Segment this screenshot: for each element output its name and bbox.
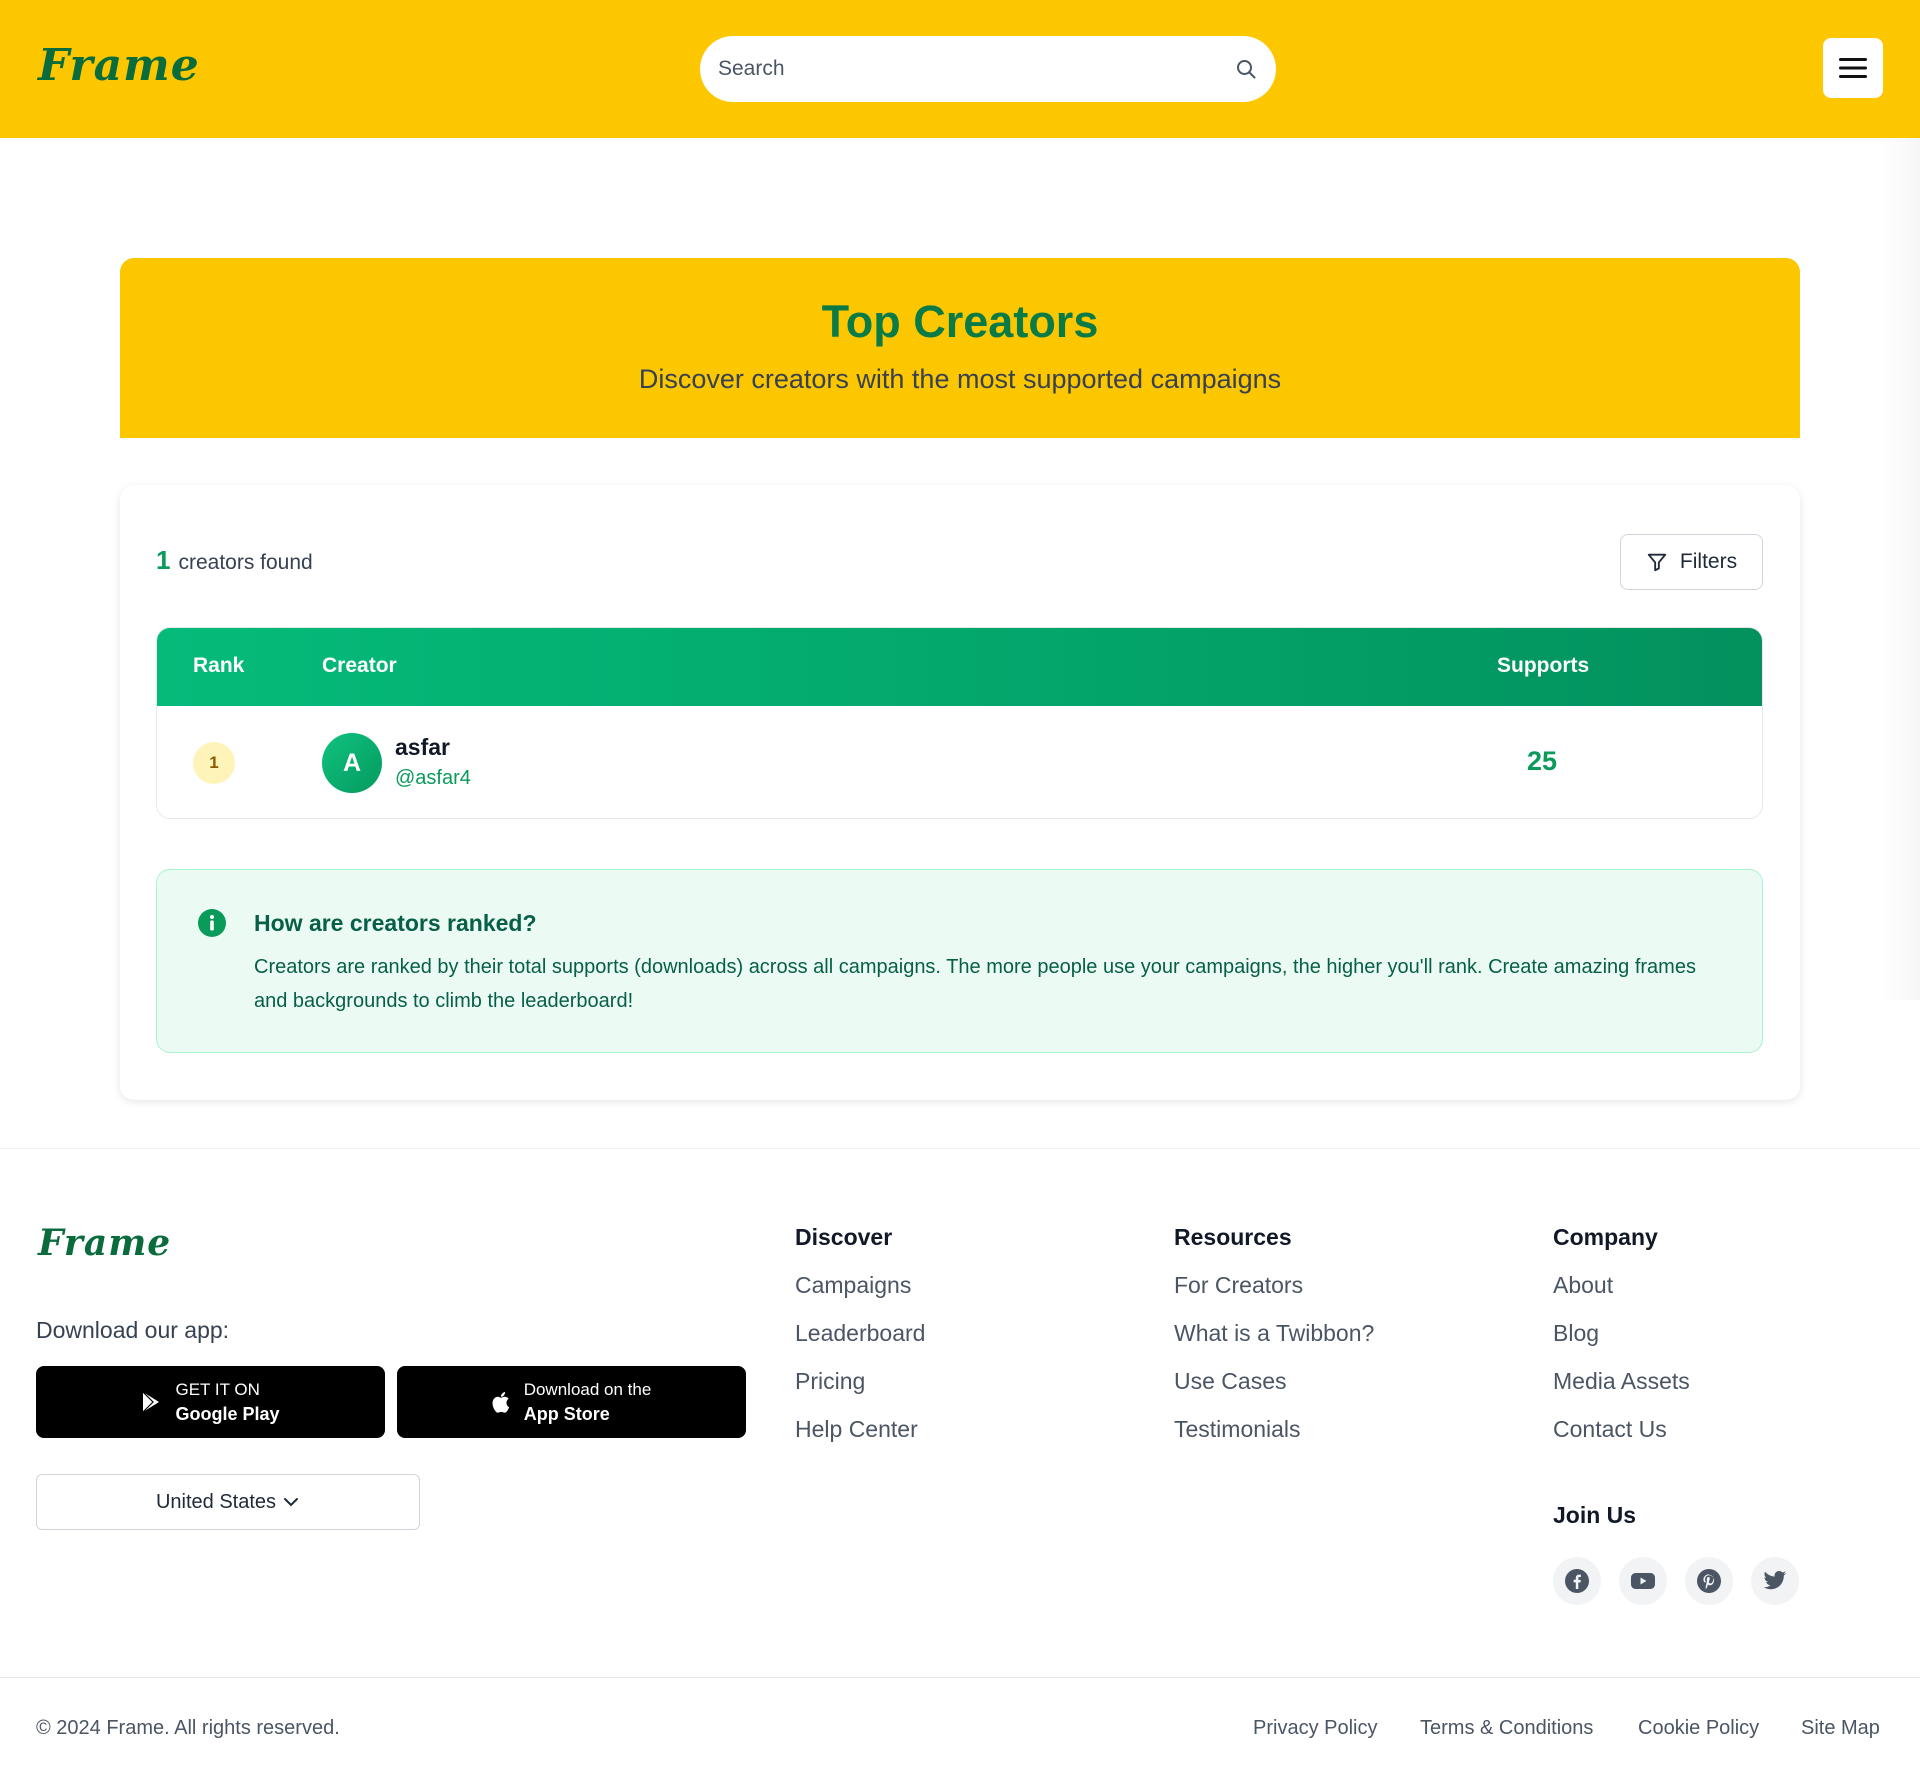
app-store-button[interactable]: Download on the App Store	[397, 1366, 746, 1438]
hero-banner: Top Creators Discover creators with the …	[120, 258, 1800, 438]
facebook-icon[interactable]	[1553, 1557, 1601, 1605]
page-subtitle: Discover creators with the most supporte…	[638, 364, 1282, 394]
rank-badge: 1	[193, 742, 235, 784]
logo[interactable]: Frame	[38, 40, 200, 91]
footer-heading-discover: Discover	[795, 1224, 893, 1250]
creator-name[interactable]: asfar	[395, 734, 450, 761]
twitter-icon[interactable]	[1751, 1557, 1799, 1605]
filter-icon	[1647, 553, 1667, 572]
footer-column-discover: Discover Campaigns Leaderboard Pricing H…	[795, 1224, 925, 1465]
avatar[interactable]: A	[322, 733, 382, 793]
footer-link-what-is-twibbon[interactable]: What is a Twibbon?	[1174, 1309, 1374, 1357]
leaderboard-card: 1 creators found Filters Rank Creator Su…	[120, 485, 1800, 1100]
creators-table: Rank Creator Supports 1 A asfar @asfar4 …	[156, 627, 1763, 819]
app-store-line1: Download on the	[523, 1380, 652, 1399]
search-bar[interactable]	[700, 36, 1276, 102]
footer-bottom-divider	[0, 1677, 1920, 1678]
footer-column-resources: Resources For Creators What is a Twibbon…	[1174, 1224, 1374, 1465]
footer-link-privacy-policy[interactable]: Privacy Policy	[1253, 1717, 1377, 1740]
footer-link-help-center[interactable]: Help Center	[795, 1405, 925, 1453]
join-us-heading: Join Us	[1553, 1502, 1637, 1528]
site-header: Frame	[0, 0, 1920, 138]
footer-heading-resources: Resources	[1174, 1224, 1292, 1250]
pinterest-icon[interactable]	[1685, 1557, 1733, 1605]
google-play-line1: GET IT ON	[175, 1380, 260, 1399]
menu-button[interactable]	[1823, 38, 1883, 98]
page-edge-shade	[1880, 0, 1920, 1000]
youtube-icon[interactable]	[1619, 1557, 1667, 1605]
footer-link-testimonials[interactable]: Testimonials	[1174, 1405, 1374, 1453]
footer-link-media-assets[interactable]: Media Assets	[1553, 1357, 1690, 1405]
info-title: How are creators ranked?	[254, 910, 537, 936]
table-header: Rank Creator Supports	[157, 628, 1762, 706]
creator-handle[interactable]: @asfar4	[395, 767, 471, 790]
footer-link-for-creators[interactable]: For Creators	[1174, 1261, 1374, 1309]
footer-link-about[interactable]: About	[1553, 1261, 1690, 1309]
hamburger-icon	[1839, 58, 1867, 78]
table-row[interactable]: 1 A asfar @asfar4 25	[157, 706, 1762, 818]
apple-icon	[492, 1392, 509, 1413]
footer-heading-company: Company	[1553, 1224, 1658, 1250]
column-header-supports[interactable]: Supports	[1497, 654, 1589, 678]
country-selector[interactable]: United States	[36, 1474, 420, 1530]
download-app-label: Download our app:	[36, 1317, 230, 1343]
page-title: Top Creators	[821, 296, 1099, 347]
results-count-number: 1	[156, 545, 171, 575]
column-header-rank[interactable]: Rank	[193, 654, 244, 678]
column-header-creator[interactable]: Creator	[322, 654, 397, 678]
search-icon[interactable]	[1234, 57, 1258, 81]
country-value: United States	[155, 1490, 277, 1513]
google-play-icon	[143, 1391, 160, 1413]
footer-link-blog[interactable]: Blog	[1553, 1309, 1690, 1357]
filters-label: Filters	[1679, 550, 1738, 573]
chevron-down-icon	[284, 1498, 299, 1507]
results-count: 1 creators found	[156, 545, 313, 576]
info-body: Creators are ranked by their total suppo…	[254, 956, 1696, 1012]
footer-link-site-map[interactable]: Site Map	[1801, 1717, 1880, 1740]
supports-count: 25	[1526, 746, 1558, 776]
google-play-line2: Google Play	[175, 1404, 280, 1424]
filters-button[interactable]: Filters	[1620, 534, 1763, 590]
ranking-info-box: How are creators ranked? Creators are ra…	[156, 869, 1763, 1053]
footer-divider	[0, 1148, 1920, 1149]
footer-logo[interactable]: Frame	[38, 1222, 171, 1264]
footer-link-campaigns[interactable]: Campaigns	[795, 1261, 925, 1309]
footer-link-contact-us[interactable]: Contact Us	[1553, 1405, 1690, 1453]
info-icon	[198, 909, 226, 937]
footer-link-leaderboard[interactable]: Leaderboard	[795, 1309, 925, 1357]
google-play-button[interactable]: GET IT ON Google Play	[36, 1366, 385, 1438]
footer-link-terms-conditions[interactable]: Terms & Conditions	[1420, 1717, 1593, 1740]
footer-column-company: Company About Blog Media Assets Contact …	[1553, 1224, 1690, 1465]
app-store-line2: App Store	[523, 1404, 610, 1424]
footer-link-use-cases[interactable]: Use Cases	[1174, 1357, 1374, 1405]
copyright-text: © 2024 Frame. All rights reserved.	[36, 1717, 340, 1739]
footer-link-pricing[interactable]: Pricing	[795, 1357, 925, 1405]
footer-link-cookie-policy[interactable]: Cookie Policy	[1638, 1717, 1759, 1740]
results-count-label: creators found	[178, 551, 313, 574]
search-input[interactable]	[718, 36, 1198, 102]
